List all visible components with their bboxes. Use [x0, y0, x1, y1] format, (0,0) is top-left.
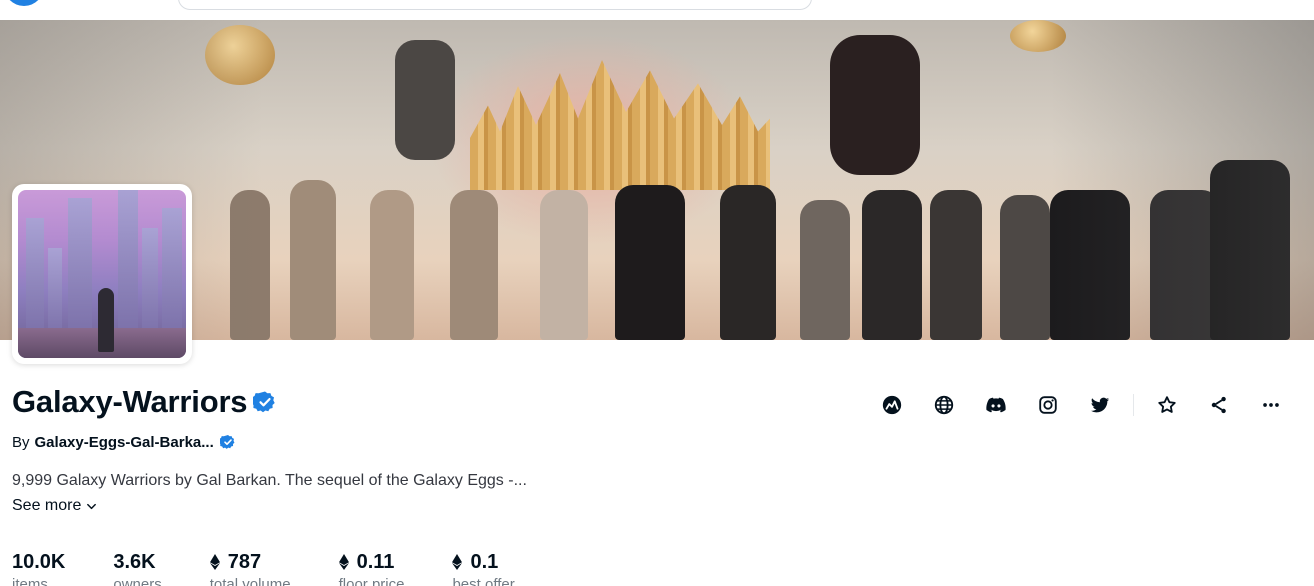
share-button[interactable]: [1193, 386, 1245, 424]
stat-label: best offer: [452, 576, 515, 586]
actions-divider: [1133, 394, 1134, 416]
website-button[interactable]: [918, 386, 970, 424]
ethereum-icon: [209, 554, 220, 570]
globe-icon: [934, 395, 954, 415]
stat-label: owners: [113, 576, 162, 586]
see-more-button[interactable]: See more: [12, 497, 97, 515]
stat-value: 0.11: [356, 550, 395, 573]
creator-link[interactable]: Galaxy-Eggs-Gal-Barka...: [35, 434, 214, 451]
collection-avatar-image: [18, 190, 186, 358]
share-icon: [1211, 396, 1226, 414]
collection-banner: [0, 20, 1314, 340]
creator-prefix: By: [12, 433, 30, 451]
search-input[interactable]: [178, 0, 812, 10]
stat-label: items: [12, 576, 48, 586]
ethereum-icon: [338, 554, 349, 570]
banner-haze: [0, 20, 1314, 340]
top-header: [0, 0, 1314, 20]
discord-icon: [986, 397, 1006, 413]
twitter-button[interactable]: [1074, 386, 1126, 424]
collection-actions: [866, 386, 1297, 424]
stat-label: total volume: [209, 576, 291, 586]
opensea-logo-icon[interactable]: [4, 0, 44, 6]
stat-value: 10.0K: [12, 550, 66, 573]
activity-button[interactable]: [866, 386, 918, 424]
stat-best-offer[interactable]: 0.1 best offer: [452, 549, 515, 586]
discord-button[interactable]: [970, 386, 1022, 424]
see-more-label: See more: [12, 497, 82, 514]
stat-value: 787: [227, 550, 262, 573]
stat-owners[interactable]: 3.6K owners: [113, 549, 161, 586]
collection-stats: 10.0K items 3.6K owners 787 total volume…: [12, 549, 563, 586]
collection-title-row: Galaxy-Warriors: [12, 382, 277, 422]
creator-verified-icon: [219, 434, 236, 450]
favorite-button[interactable]: [1141, 386, 1193, 424]
stat-items[interactable]: 10.0K items: [12, 549, 65, 586]
collection-avatar: [12, 184, 192, 364]
star-icon: [1158, 396, 1176, 413]
more-options-icon: [1263, 403, 1279, 407]
avatar-character: [98, 288, 114, 352]
stat-value: 3.6K: [113, 550, 156, 573]
collection-title: Galaxy-Warriors: [12, 384, 248, 419]
stat-value: 0.1: [470, 550, 499, 573]
collection-description: 9,999 Galaxy Warriors by Gal Barkan. The…: [12, 472, 527, 489]
instagram-button[interactable]: [1022, 386, 1074, 424]
chevron-down-icon: [87, 503, 97, 509]
more-options-button[interactable]: [1245, 386, 1297, 424]
instagram-icon: [1039, 396, 1057, 414]
stat-total-volume[interactable]: 787 total volume: [209, 549, 291, 586]
creator-row: By Galaxy-Eggs-Gal-Barka...: [12, 432, 236, 452]
ethereum-icon: [452, 554, 463, 570]
verified-badge-icon: [253, 390, 277, 414]
twitter-icon: [1090, 397, 1110, 413]
activity-chart-icon: [882, 395, 902, 415]
stat-floor-price[interactable]: 0.11 floor price: [338, 549, 405, 586]
stat-label: floor price: [338, 576, 405, 586]
